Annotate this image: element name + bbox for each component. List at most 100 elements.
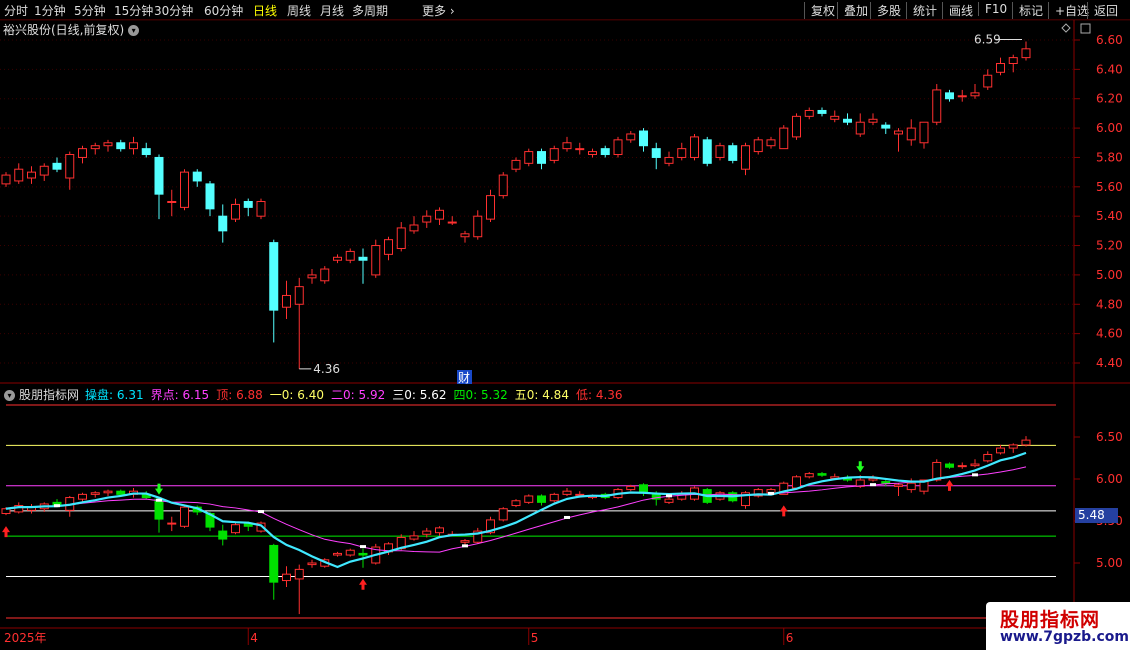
indicator-candle-body bbox=[294, 568, 304, 580]
indicator-title[interactable]: ▾ 股朋指标网 操盘: 6.31 界点: 6.15 顶: 6.88 一0: 6.40 二0:… bbox=[4, 386, 630, 403]
main-candle-body bbox=[957, 95, 967, 98]
main-tick-label: 4.40 bbox=[1096, 356, 1123, 370]
main-candle-body bbox=[996, 62, 1005, 73]
indicator-candle-body bbox=[498, 508, 508, 521]
main-candle-body bbox=[52, 162, 62, 170]
main-candle-body bbox=[626, 133, 636, 141]
main-candle-body bbox=[447, 221, 457, 224]
main-candle-body bbox=[269, 242, 279, 311]
main-candle-body bbox=[243, 201, 253, 208]
main-candle-body bbox=[830, 115, 840, 120]
main-candle-body bbox=[537, 151, 546, 164]
indicator-value-number: 6.15 bbox=[178, 388, 210, 402]
indicator-candle-body bbox=[422, 530, 432, 535]
indicator-candle-body bbox=[626, 485, 636, 491]
main-tick-label: 5.00 bbox=[1096, 268, 1123, 282]
indicator-candle-body bbox=[906, 482, 916, 491]
indicator-candle-body bbox=[435, 527, 444, 534]
indicator-value-number: 6.31 bbox=[113, 388, 144, 402]
indicator-candle-body bbox=[996, 447, 1005, 454]
indicator-value-number: 5.62 bbox=[415, 388, 447, 402]
main-candle-body bbox=[983, 74, 993, 88]
current-price-badge: 5.48 bbox=[1075, 508, 1118, 523]
chevron-down-icon[interactable]: ▾ bbox=[128, 25, 140, 36]
low-label: 4.36 bbox=[313, 362, 340, 376]
buy-arrow-icon bbox=[779, 505, 788, 517]
jiedian-marker bbox=[54, 504, 60, 508]
main-candle-body bbox=[575, 148, 585, 151]
main-candle-body bbox=[881, 124, 891, 129]
indicator-candle-body bbox=[90, 492, 100, 495]
indicator-candle-body bbox=[167, 522, 177, 525]
main-candle-body bbox=[524, 151, 534, 164]
main-tick-label: 6.40 bbox=[1096, 62, 1123, 76]
main-candle-body bbox=[702, 139, 712, 164]
event-marker: 财 bbox=[458, 371, 470, 385]
indicator-value-label: 五0: bbox=[514, 388, 539, 402]
indicator-value-label: 三0: bbox=[392, 388, 416, 402]
main-candle-body bbox=[804, 109, 814, 117]
indicator-candle-body bbox=[116, 490, 126, 495]
jiedian-marker bbox=[564, 515, 570, 519]
jiedian-marker bbox=[462, 544, 468, 548]
main-tick-label: 5.60 bbox=[1096, 180, 1123, 194]
jiedian-marker bbox=[972, 473, 978, 477]
main-candle-body bbox=[231, 203, 240, 220]
x-axis-label: 4 bbox=[250, 631, 258, 645]
main-candle-body bbox=[894, 130, 903, 135]
main-candle-body bbox=[600, 148, 610, 156]
buy-arrow-icon bbox=[945, 479, 954, 491]
main-candle-body bbox=[218, 215, 228, 232]
x-axis-label: 5 bbox=[531, 631, 539, 645]
indicator-value-6: 四0: 5.32 bbox=[454, 388, 508, 402]
jiedian-marker bbox=[870, 483, 876, 487]
jiedian-marker bbox=[666, 494, 672, 498]
indicator-candle-body bbox=[894, 484, 903, 487]
main-candle-body bbox=[511, 159, 521, 170]
main-candle-body bbox=[855, 121, 865, 135]
main-candle-body bbox=[639, 130, 648, 147]
main-candle-body bbox=[282, 294, 291, 308]
window-icon bbox=[1080, 23, 1091, 34]
main-candle-body bbox=[549, 148, 559, 161]
main-candle-body bbox=[932, 89, 942, 123]
indicator-candle-body bbox=[345, 549, 355, 556]
main-candle-body bbox=[562, 142, 572, 150]
indicator-tick-label: 6.50 bbox=[1096, 430, 1123, 444]
indicator-value-5: 三0: 5.62 bbox=[392, 388, 446, 402]
indicator-value-number: 6.40 bbox=[293, 388, 325, 402]
main-candle-body bbox=[27, 171, 36, 179]
main-candle-body bbox=[664, 156, 674, 164]
chevron-down-icon[interactable]: ▾ bbox=[4, 390, 15, 401]
main-candle-body bbox=[906, 127, 916, 141]
main-candle-body bbox=[919, 121, 929, 144]
indicator-candle-body bbox=[154, 498, 164, 520]
indicator-candle-body bbox=[460, 540, 470, 543]
indicator-name: 股朋指标网 bbox=[19, 388, 80, 402]
indicator-value-4: 二0: 5.92 bbox=[331, 388, 385, 402]
chart-canvas: 6.60 6.40 6.20 6.00 5.80 5.60 5.40 5.20 5.00 4.80… bbox=[0, 19, 1130, 650]
indicator-candle-body bbox=[639, 484, 648, 494]
main-candle-body bbox=[129, 142, 138, 150]
indicator-value-8: 低: 4.36 bbox=[576, 388, 623, 402]
watermark: 股朋指标网 www.7gpzb.com bbox=[986, 602, 1130, 650]
indicator-value-number: 4.36 bbox=[592, 388, 623, 402]
indicator-candle-body bbox=[945, 463, 954, 468]
high-label: 6.59 bbox=[974, 32, 1001, 46]
indicator-value-label: 低: bbox=[575, 388, 593, 402]
x-axis-label: 2025年 bbox=[4, 631, 47, 645]
main-candle-body bbox=[498, 174, 508, 197]
main-candle-body bbox=[779, 127, 789, 150]
main-tick-label: 6.00 bbox=[1096, 121, 1123, 135]
indicator-candle-body bbox=[333, 552, 342, 556]
indicator-tick-label: 5.00 bbox=[1096, 556, 1123, 570]
indicator-candle-body bbox=[804, 473, 814, 478]
stock-title[interactable]: 裕兴股份(日线,前复权) ▾ bbox=[3, 21, 140, 38]
indicator-candle-body bbox=[817, 473, 827, 476]
indicator-candle-body bbox=[358, 552, 368, 556]
indicator-candle-body bbox=[103, 490, 113, 494]
indicator-candle-body bbox=[664, 498, 674, 503]
main-candle-body bbox=[65, 154, 75, 179]
indicator-candle-body bbox=[307, 562, 317, 566]
main-tick-label: 6.60 bbox=[1096, 33, 1123, 47]
